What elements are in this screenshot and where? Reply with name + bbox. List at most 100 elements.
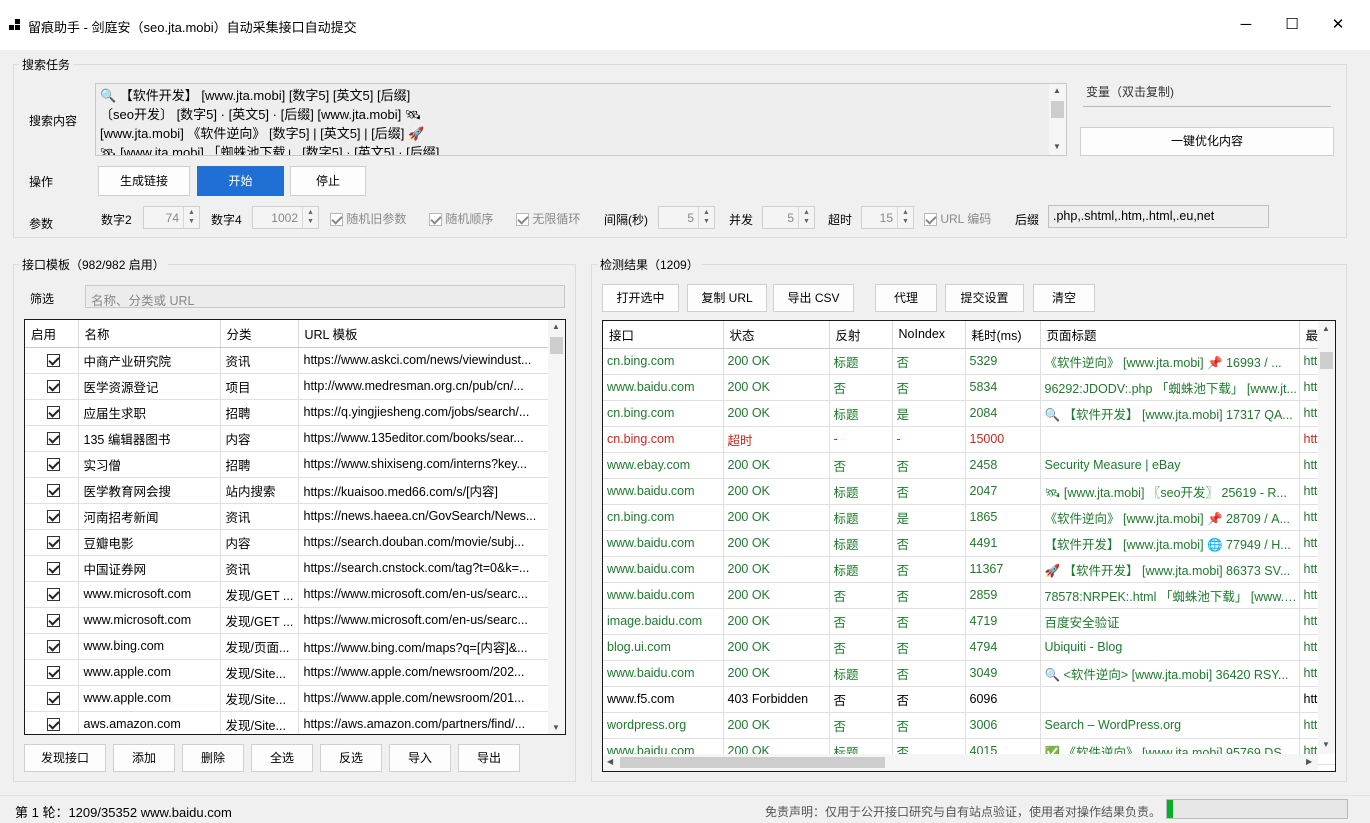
search-content-textarea[interactable]: 🔍 【软件开发】 [www.jta.mobi] [数字5] [英文5] [后缀]… [95, 83, 1067, 156]
select-all-button[interactable]: 全选 [251, 744, 313, 772]
enabled-checkbox[interactable] [47, 640, 61, 654]
close-button[interactable]: ✕ [1315, 10, 1361, 40]
table-row[interactable]: www.baidu.com 200 OK 标题否 4491 【软件开发】 [www.jt… [603, 530, 1335, 557]
table-row[interactable]: www.microsoft.com 发现/GET ... https://www.m… [25, 581, 550, 608]
invert-selection-button[interactable]: 反选 [320, 744, 382, 772]
enabled-checkbox[interactable] [47, 718, 61, 732]
copy-url-button[interactable]: 复制 URL [687, 284, 767, 312]
enabled-cell[interactable] [25, 451, 79, 478]
scroll-thumb[interactable] [1320, 352, 1333, 369]
random-old-option[interactable]: 随机旧参数 [330, 210, 406, 227]
enabled-checkbox[interactable] [47, 406, 61, 420]
table-row[interactable]: 河南招考新闻 资讯 https://news.haeea.cn/GovSearch/… [25, 503, 550, 530]
clear-button[interactable]: 清空 [1033, 284, 1095, 312]
table-row[interactable]: aws.amazon.com 发现/Site... https://aws.amaz… [25, 711, 550, 734]
enabled-checkbox[interactable] [47, 458, 61, 472]
table-row[interactable]: 135 编辑器图书 内容 https://www.135editor.com/boo… [25, 425, 550, 452]
enabled-cell[interactable] [25, 529, 79, 556]
table-row[interactable]: www.baidu.com 200 OK 标题否 2047 🛰 [www.jta.mob… [603, 478, 1335, 505]
discover-api-button[interactable]: 发现接口 [24, 744, 106, 772]
optimize-content-button[interactable]: 一键优化内容 [1080, 127, 1334, 156]
col-name[interactable]: 名称 [78, 320, 221, 348]
concurrency-spinner[interactable]: 5 ▲ ▼ [762, 206, 815, 229]
scroll-up-icon[interactable]: ▲ [1322, 324, 1330, 333]
enabled-checkbox[interactable] [47, 510, 61, 524]
table-row[interactable]: www.f5.com 403 Forbidden 否否 6096 htt [603, 686, 1335, 713]
scroll-thumb[interactable] [620, 757, 885, 768]
table-row[interactable]: 医学教育网会搜 站内搜索 https://kuaisoo.med66.com/s/[… [25, 477, 550, 504]
enabled-cell[interactable] [25, 607, 79, 634]
export-button[interactable]: 导出 [458, 744, 520, 772]
spinner-arrows-icon[interactable]: ▲ ▼ [183, 207, 199, 228]
table-row[interactable]: www.bing.com 发现/页面... https://www.bing.com… [25, 633, 550, 660]
minimize-button[interactable]: ─ [1223, 10, 1269, 40]
search-content-scrollbar[interactable]: ▲ ▼ [1049, 84, 1066, 155]
delete-button[interactable]: 删除 [182, 744, 244, 772]
col-duration[interactable]: 耗时(ms) [965, 321, 1041, 349]
enabled-cell[interactable] [25, 373, 79, 400]
enabled-checkbox[interactable] [47, 562, 61, 576]
col-enabled[interactable]: 启用 [25, 320, 79, 348]
infinite-loop-option[interactable]: 无限循环 [516, 210, 580, 227]
enabled-checkbox[interactable] [47, 614, 61, 628]
random-old-checkbox[interactable] [330, 213, 343, 227]
table-row[interactable]: cn.bing.com 超时 - -15000 htt [603, 426, 1335, 453]
col-url-template[interactable]: URL 模板 [298, 320, 550, 348]
table-row[interactable]: 实习僧 招聘 https://www.shixiseng.com/interns?k… [25, 451, 550, 478]
enabled-checkbox[interactable] [47, 432, 61, 446]
table-row[interactable]: 应届生求职 招聘 https://q.yingjiesheng.com/jobs/s… [25, 399, 550, 426]
col-noindex[interactable]: NoIndex [892, 321, 966, 349]
spinner-arrows-icon[interactable]: ▲ ▼ [897, 207, 913, 228]
stop-button[interactable]: 停止 [290, 166, 366, 196]
interval-spinner[interactable]: 5 ▲ ▼ [658, 206, 715, 229]
col-status[interactable]: 状态 [723, 321, 830, 349]
table-row[interactable]: 中国证券网 资讯 https://search.cnstock.com/tag?t=… [25, 555, 550, 582]
add-button[interactable]: 添加 [113, 744, 175, 772]
table-row[interactable]: www.baidu.com 200 OK 标题否 11367 🚀 【软件开发】 [www… [603, 556, 1335, 583]
enabled-cell[interactable] [25, 633, 79, 660]
scroll-thumb[interactable] [550, 337, 563, 354]
random-order-checkbox[interactable] [429, 213, 442, 227]
generate-links-button[interactable]: 生成链接 [98, 166, 190, 196]
col-api[interactable]: 接口 [603, 321, 724, 349]
url-encode-option[interactable]: URL 编码 [924, 210, 991, 227]
scroll-left-icon[interactable]: ◀ [607, 757, 613, 766]
scroll-up-icon[interactable]: ▲ [1053, 86, 1061, 95]
maximize-button[interactable]: ☐ [1269, 10, 1315, 40]
table-row[interactable]: www.microsoft.com 发现/GET ... https://www.m… [25, 607, 550, 634]
table-row[interactable]: image.baidu.com 200 OK 否否 4719 百度安全验证 htt [603, 608, 1335, 635]
import-button[interactable]: 导入 [389, 744, 451, 772]
spinner-arrows-icon[interactable]: ▲ ▼ [798, 207, 814, 228]
enabled-checkbox[interactable] [47, 354, 61, 368]
enabled-cell[interactable] [25, 659, 79, 686]
col-category[interactable]: 分类 [220, 320, 299, 348]
table-row[interactable]: 中商产业研究院 资讯 https://www.askci.com/news/view… [25, 347, 550, 374]
table-row[interactable]: www.apple.com 发现/Site... https://www.apple… [25, 685, 550, 712]
submit-settings-button[interactable]: 提交设置 [945, 284, 1024, 312]
scroll-down-icon[interactable]: ▼ [552, 723, 560, 732]
enabled-checkbox[interactable] [47, 380, 61, 394]
table-row[interactable]: cn.bing.com 200 OK 标题是 1865 《软件逆向》 [www.jta.… [603, 504, 1335, 531]
spinner-arrows-icon[interactable]: ▲ ▼ [698, 207, 714, 228]
table-row[interactable]: cn.bing.com 200 OK 标题是 2084 🔍 【软件开发】 [www.jt… [603, 400, 1335, 427]
export-csv-button[interactable]: 导出 CSV [773, 284, 854, 312]
enabled-checkbox[interactable] [47, 692, 61, 706]
enabled-cell[interactable] [25, 477, 79, 504]
table-row[interactable]: www.baidu.com 200 OK 否否 2859 78578:NRPEK:.ht… [603, 582, 1335, 609]
scroll-right-icon[interactable]: ▶ [1306, 757, 1312, 766]
infinite-loop-checkbox[interactable] [516, 213, 529, 227]
results-vscrollbar[interactable]: ▲ ▼ [1318, 321, 1335, 754]
spinner-arrows-icon[interactable]: ▲ ▼ [302, 207, 318, 228]
enabled-cell[interactable] [25, 581, 79, 608]
timeout-spinner[interactable]: 15 ▲ ▼ [861, 206, 914, 229]
scroll-down-icon[interactable]: ▼ [1053, 142, 1061, 151]
url-encode-checkbox[interactable] [924, 213, 937, 227]
enabled-checkbox[interactable] [47, 666, 61, 680]
table-row[interactable]: www.ebay.com 200 OK 否否 2458 Security Measure… [603, 452, 1335, 479]
table-row[interactable]: wordpress.org 200 OK 否否 3006 Search – WordPr… [603, 712, 1335, 739]
scroll-thumb[interactable] [1051, 101, 1064, 118]
enabled-cell[interactable] [25, 503, 79, 530]
start-button[interactable]: 开始 [197, 166, 284, 196]
results-hscrollbar[interactable]: ◀ ▶ [603, 754, 1318, 771]
enabled-cell[interactable] [25, 347, 79, 374]
